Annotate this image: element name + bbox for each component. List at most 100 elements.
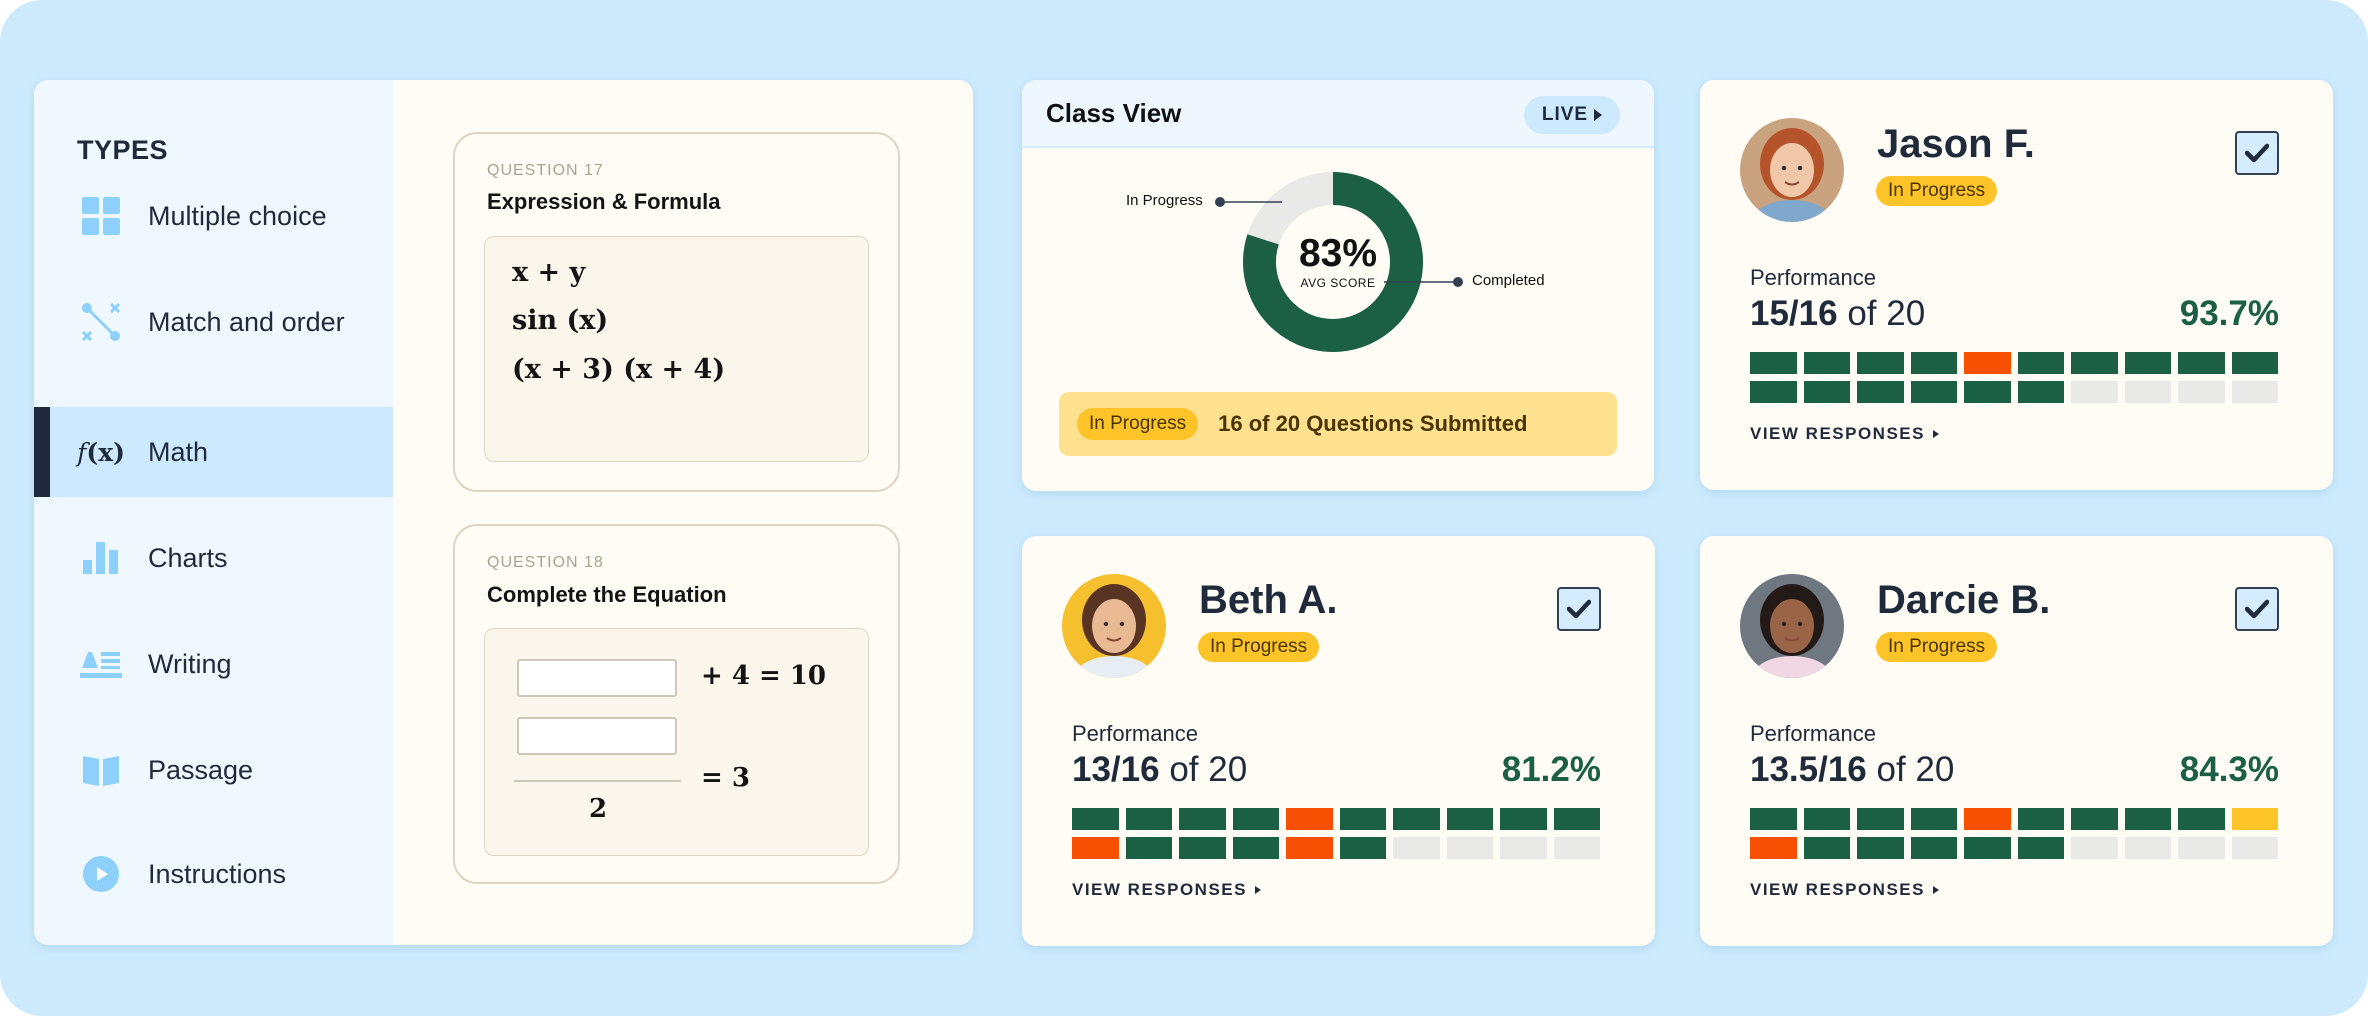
status-badge: In Progress (1198, 632, 1320, 662)
answer-correct[interactable] (2071, 808, 2118, 830)
sidebar-item-charts[interactable]: Charts (34, 513, 393, 603)
avatar (1740, 118, 1844, 222)
view-responses-link[interactable]: VIEW RESPONSES (1750, 424, 1939, 444)
answer-correct[interactable] (1857, 352, 1904, 374)
answer-correct[interactable] (2124, 808, 2171, 830)
select-checkbox[interactable] (1557, 587, 1601, 631)
answer-correct[interactable] (2017, 837, 2064, 859)
answer-unanswered[interactable] (2071, 381, 2118, 403)
answer-correct[interactable] (1857, 808, 1904, 830)
equation-input-2[interactable] (517, 717, 677, 755)
student-name: Beth A. (1199, 578, 1338, 622)
sidebar-item-match-and-order[interactable]: Match and order (34, 277, 393, 367)
answer-correct[interactable] (2017, 352, 2064, 374)
answer-correct[interactable] (1803, 808, 1850, 830)
answer-correct[interactable] (2178, 352, 2225, 374)
match-icon (80, 301, 122, 343)
live-button[interactable]: LIVE (1524, 96, 1620, 134)
answer-correct[interactable] (1179, 808, 1226, 830)
sidebar-item-label: Writing (148, 648, 232, 679)
answer-correct[interactable] (2017, 808, 2064, 830)
formula-line: (x + 3) (x + 4) (512, 354, 726, 385)
answer-unanswered[interactable] (1553, 837, 1600, 859)
sidebar-item-passage[interactable]: Passage (34, 725, 393, 815)
sidebar-item-multiple-choice[interactable]: Multiple choice (34, 171, 393, 261)
answer-grid (1750, 808, 2278, 859)
answer-correct[interactable] (1910, 352, 1957, 374)
select-checkbox[interactable] (2235, 131, 2279, 175)
answer-correct[interactable] (1125, 837, 1172, 859)
sidebar-item-instructions[interactable]: Instructions (34, 829, 393, 919)
answer-correct[interactable] (1339, 808, 1386, 830)
answer-correct[interactable] (1857, 381, 1904, 403)
answer-correct[interactable] (1500, 808, 1547, 830)
answer-correct[interactable] (1910, 381, 1957, 403)
answer-correct[interactable] (2124, 352, 2171, 374)
answer-correct[interactable] (1179, 837, 1226, 859)
view-responses-link[interactable]: VIEW RESPONSES (1072, 880, 1261, 900)
answer-correct[interactable] (1964, 381, 2011, 403)
answer-correct[interactable] (1125, 808, 1172, 830)
answer-unanswered[interactable] (1393, 837, 1440, 859)
answer-correct[interactable] (1393, 808, 1440, 830)
answer-correct[interactable] (1750, 352, 1797, 374)
answer-incorrect[interactable] (1750, 837, 1797, 859)
answer-correct[interactable] (1339, 837, 1386, 859)
answer-correct[interactable] (1232, 808, 1279, 830)
answer-correct[interactable] (1910, 808, 1957, 830)
answer-correct[interactable] (2071, 352, 2118, 374)
answer-incorrect[interactable] (1072, 837, 1119, 859)
answer-unanswered[interactable] (2071, 837, 2118, 859)
answer-correct[interactable] (1446, 808, 1493, 830)
donut-center-label: AVG SCORE (1300, 276, 1376, 290)
answer-correct[interactable] (1857, 837, 1904, 859)
answer-partial[interactable] (2231, 808, 2278, 830)
donut-center-value: 83% (1298, 232, 1378, 275)
answer-correct[interactable] (1910, 837, 1957, 859)
answer-correct[interactable] (1750, 381, 1797, 403)
answer-correct[interactable] (1072, 808, 1119, 830)
answer-incorrect[interactable] (1964, 352, 2011, 374)
answer-incorrect[interactable] (1286, 808, 1333, 830)
answer-correct[interactable] (2017, 381, 2064, 403)
answer-unanswered[interactable] (2178, 837, 2225, 859)
answer-correct[interactable] (1803, 837, 1850, 859)
answer-unanswered[interactable] (2231, 837, 2278, 859)
answer-correct[interactable] (2178, 808, 2225, 830)
performance-score: 13/16 of 20 (1072, 750, 1248, 789)
answer-unanswered[interactable] (2124, 381, 2171, 403)
answer-correct[interactable] (1803, 352, 1850, 374)
answer-correct[interactable] (1553, 808, 1600, 830)
answer-correct[interactable] (1232, 837, 1279, 859)
answer-unanswered[interactable] (1446, 837, 1493, 859)
avatar (1062, 574, 1166, 678)
select-checkbox[interactable] (2235, 587, 2279, 631)
formula-box[interactable]: x + y sin (x) (x + 3) (x + 4) (484, 236, 869, 462)
answer-correct[interactable] (1750, 808, 1797, 830)
types-sidebar: TYPES Multiple choice Match and order f(… (34, 80, 393, 945)
sidebar-item-math[interactable]: f (x) Math (34, 407, 393, 497)
question-card-18[interactable]: QUESTION 18 Complete the Equation + 4 = … (453, 524, 900, 884)
check-icon (1567, 599, 1591, 619)
play-icon (1594, 109, 1603, 121)
answer-correct[interactable] (2231, 352, 2278, 374)
answer-unanswered[interactable] (2178, 381, 2225, 403)
sidebar-item-label: Match and order (148, 306, 345, 337)
answer-correct[interactable] (1803, 381, 1850, 403)
question-card-17[interactable]: QUESTION 17 Expression & Formula x + y s… (453, 132, 900, 492)
sidebar-item-label: Multiple choice (148, 200, 327, 231)
answer-incorrect[interactable] (1286, 837, 1333, 859)
student-photo (1740, 118, 1844, 222)
view-responses-label: VIEW RESPONSES (1072, 880, 1247, 899)
question-title: Expression & Formula (487, 189, 721, 214)
answer-incorrect[interactable] (1964, 808, 2011, 830)
equation-input-1[interactable] (517, 659, 677, 697)
play-icon (1254, 886, 1261, 894)
answer-correct[interactable] (1964, 837, 2011, 859)
answer-unanswered[interactable] (1500, 837, 1547, 859)
answer-unanswered[interactable] (2124, 837, 2171, 859)
sidebar-item-writing[interactable]: Writing (34, 619, 393, 709)
grid-icon (80, 195, 122, 237)
view-responses-link[interactable]: VIEW RESPONSES (1750, 880, 1939, 900)
answer-unanswered[interactable] (2231, 381, 2278, 403)
